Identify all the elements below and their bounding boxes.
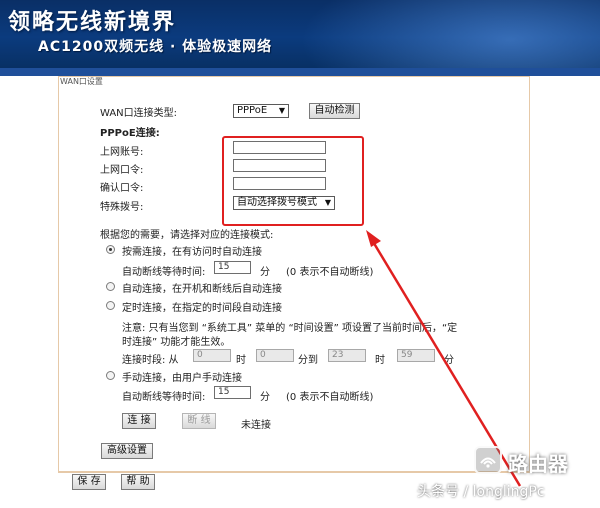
router-logo-icon (474, 446, 502, 474)
watermark-brand: 路由器 (508, 452, 568, 476)
annotation-arrow (366, 230, 522, 487)
arrow-head (366, 230, 381, 247)
watermark-credit: 头条号 / longlingPc (417, 484, 545, 500)
